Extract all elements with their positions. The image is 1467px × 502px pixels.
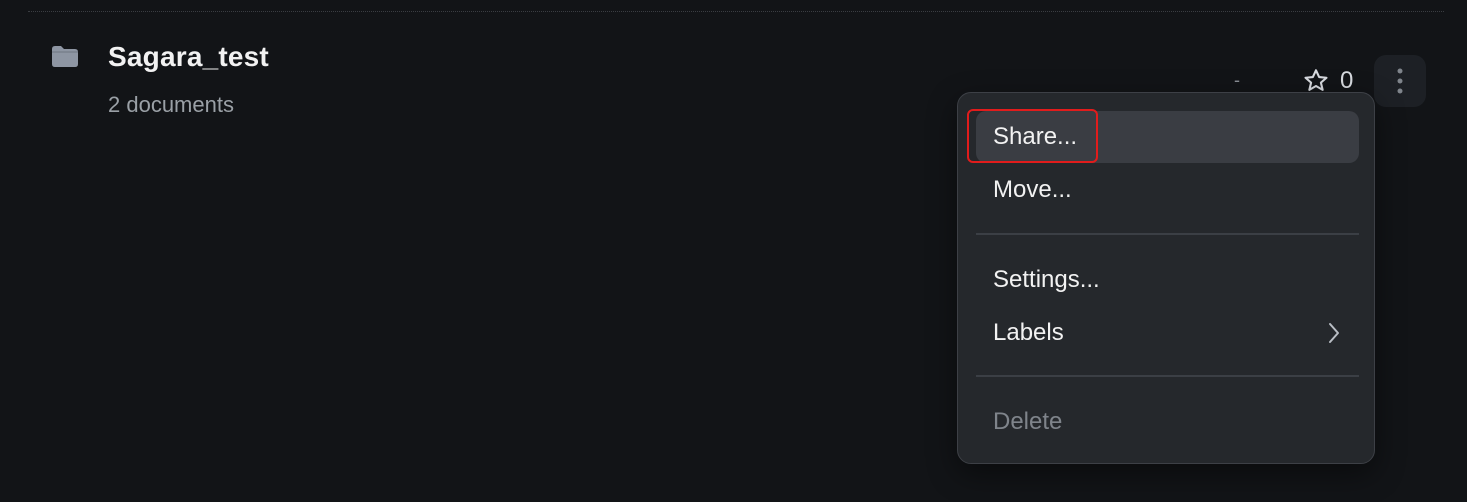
folder-icon xyxy=(52,46,78,67)
chevron-right-icon xyxy=(1329,323,1339,343)
menu-item-labels-label: Labels xyxy=(993,319,1064,346)
menu-item-settings-label: Settings... xyxy=(993,266,1100,293)
star-outline-icon xyxy=(1304,69,1328,91)
menu-item-move[interactable]: Move... xyxy=(976,164,1359,216)
menu-item-settings[interactable]: Settings... xyxy=(976,254,1359,306)
vertical-ellipsis-icon xyxy=(1397,68,1403,94)
collection-context-menu: Share... Move... Settings... Labels Dele… xyxy=(957,92,1375,464)
collection-updated: - xyxy=(1234,70,1240,90)
menu-separator xyxy=(976,233,1359,235)
menu-item-labels[interactable]: Labels xyxy=(976,307,1359,359)
menu-item-delete-label: Delete xyxy=(993,408,1063,435)
collections-page: Sagara_test 2 documents - 0 Share... Mov… xyxy=(0,0,1467,502)
menu-item-share-label: Share... xyxy=(993,123,1078,150)
star-count: 0 xyxy=(1340,67,1354,94)
collection-title[interactable]: Sagara_test xyxy=(108,41,269,73)
collection-document-count: 2 documents xyxy=(108,92,234,117)
menu-item-move-label: Move... xyxy=(993,176,1072,203)
menu-item-share[interactable]: Share... xyxy=(976,111,1359,163)
menu-item-delete: Delete xyxy=(976,396,1359,448)
more-options-button[interactable] xyxy=(1374,55,1426,107)
menu-separator xyxy=(976,375,1359,377)
